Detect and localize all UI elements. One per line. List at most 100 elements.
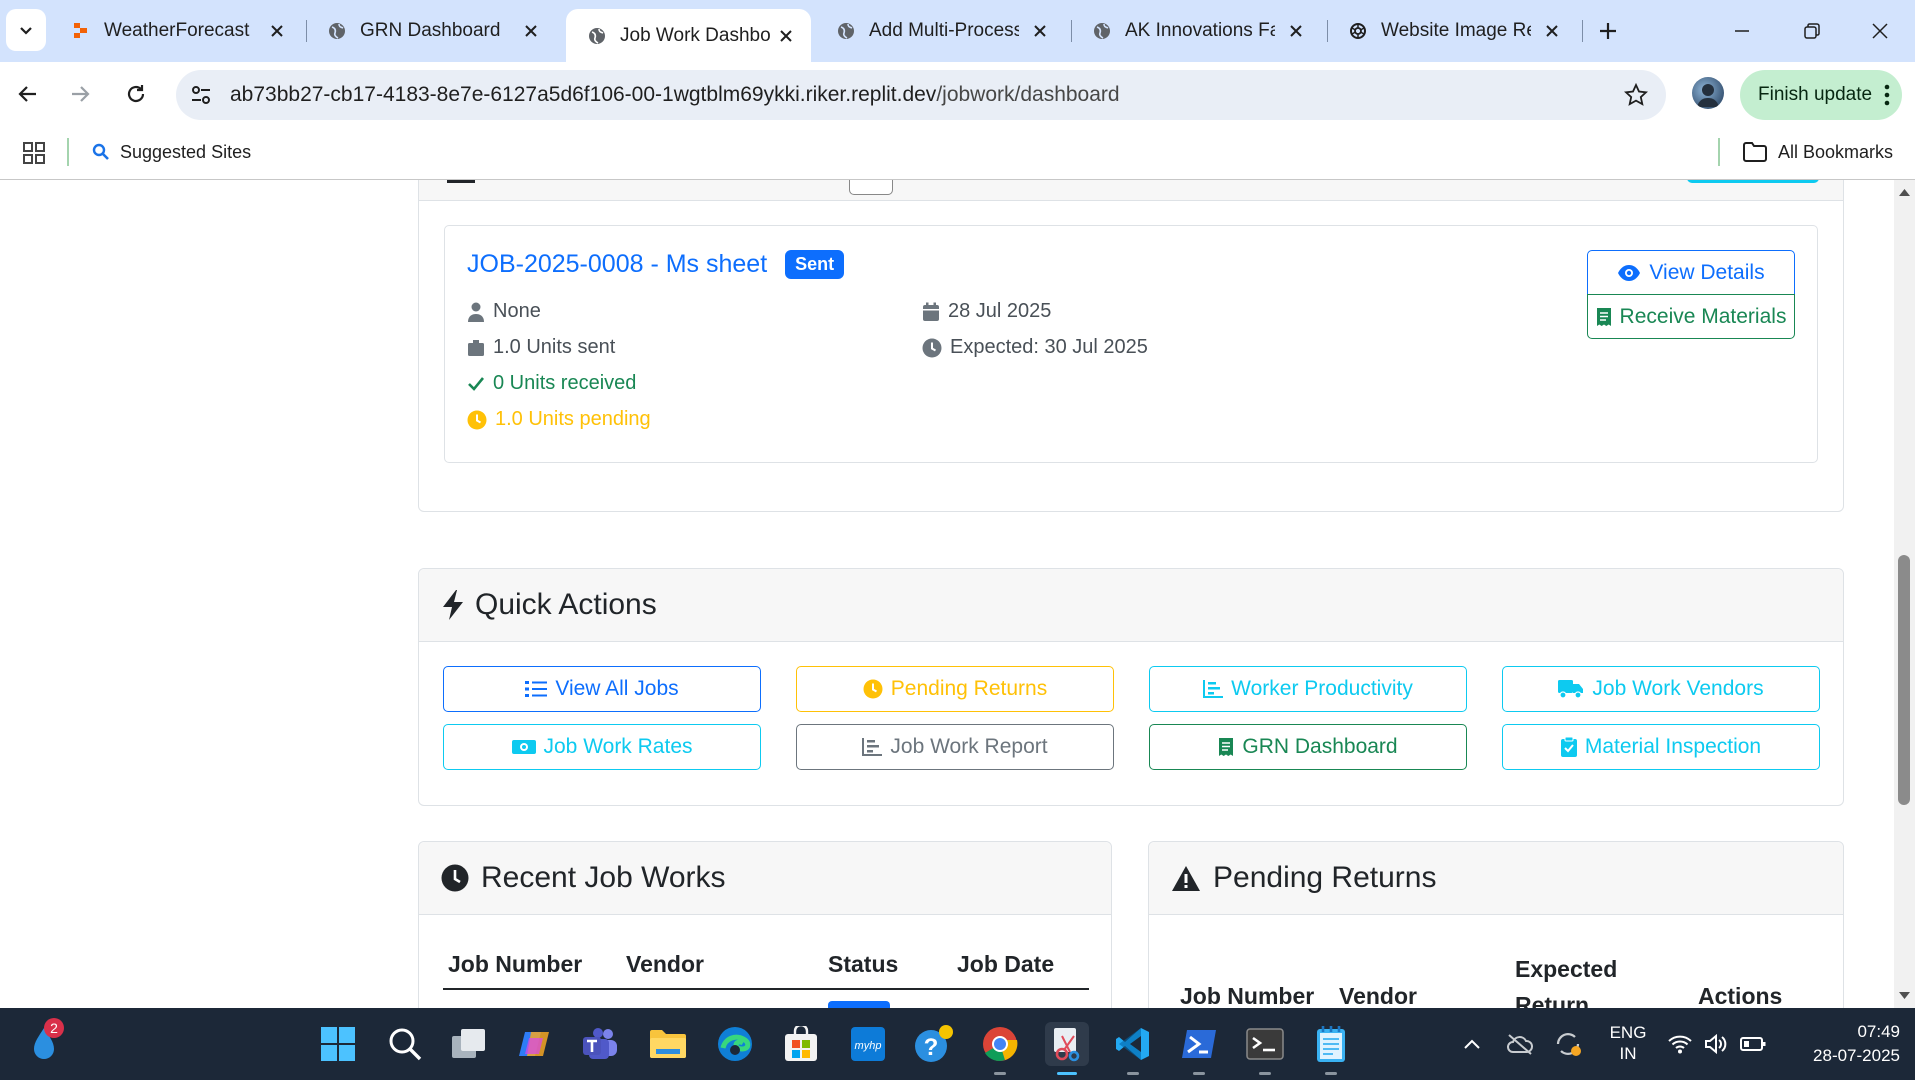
- onedrive-button[interactable]: [1500, 1022, 1540, 1066]
- job-work-rates-label: Job Work Rates: [543, 735, 693, 758]
- minimize-button[interactable]: [1722, 14, 1762, 48]
- url-path: /jobwork/dashboard: [936, 83, 1120, 106]
- recent-job-works-title: Recent Job Works: [481, 861, 726, 894]
- tab-weatherforecast[interactable]: WeatherForecast -: [50, 9, 302, 52]
- view-details-button[interactable]: View Details: [1587, 250, 1795, 295]
- grn-dashboard-button[interactable]: GRN Dashboard: [1149, 724, 1467, 770]
- search-icon: [92, 143, 109, 160]
- close-window-button[interactable]: [1860, 14, 1900, 48]
- job-units-received: 0 Units received: [467, 372, 636, 395]
- back-button[interactable]: [10, 76, 46, 112]
- tab-add-multi-process[interactable]: Add Multi-Process: [815, 9, 1065, 52]
- job-worker: None: [467, 300, 541, 323]
- network-volume-battery[interactable]: [1668, 1028, 1766, 1060]
- close-icon[interactable]: [520, 20, 542, 42]
- microsoft-store-button[interactable]: [779, 1022, 823, 1066]
- receive-materials-button[interactable]: Receive Materials: [1587, 294, 1795, 339]
- weather-widget[interactable]: 2: [22, 1018, 66, 1066]
- close-icon[interactable]: [266, 20, 288, 42]
- restore-button[interactable]: [1792, 14, 1832, 48]
- file-explorer-button[interactable]: [646, 1022, 690, 1066]
- forward-button[interactable]: [62, 76, 98, 112]
- close-icon[interactable]: [1029, 20, 1051, 42]
- pending-returns-card: Pending Returns Job Number Vendor Expect…: [1148, 841, 1844, 1008]
- job-work-vendors-button[interactable]: Job Work Vendors: [1502, 666, 1820, 712]
- notepad-button[interactable]: [1309, 1022, 1353, 1075]
- chevron-down-icon: [20, 27, 32, 35]
- new-tab-button[interactable]: [1591, 14, 1625, 48]
- myhp-icon: myhp: [851, 1027, 885, 1061]
- scroll-up-icon[interactable]: [1899, 188, 1910, 196]
- job-work-report-button[interactable]: Job Work Report: [796, 724, 1114, 770]
- copilot-button[interactable]: [513, 1022, 557, 1066]
- view-details-label: View Details: [1649, 260, 1765, 284]
- pending-returns-button[interactable]: Pending Returns: [796, 666, 1114, 712]
- vscode-icon: [1116, 1028, 1149, 1060]
- active-jobs-header: [419, 180, 1843, 201]
- tab-ak-innovations[interactable]: AK Innovations Factory: [1071, 9, 1321, 52]
- get-help-button[interactable]: ?: [912, 1022, 956, 1066]
- windows-taskbar: 2 myhp ? ENG IN 07:49 28-07-2025: [0, 1008, 1915, 1080]
- sync-icon: [1556, 1033, 1581, 1056]
- scroll-down-icon[interactable]: [1899, 992, 1910, 1000]
- tab-grn-dashboard[interactable]: GRN Dashboard: [306, 9, 556, 52]
- page-scrollbar[interactable]: [1894, 180, 1915, 1008]
- myhp-button[interactable]: myhp: [846, 1022, 890, 1066]
- recent-job-works-card: Recent Job Works Job Number Vendor Statu…: [418, 841, 1112, 1008]
- job-work-report-label: Job Work Report: [890, 735, 1048, 758]
- col-actions: Actions: [1698, 983, 1783, 1008]
- chrome-button[interactable]: [978, 1022, 1022, 1075]
- header-select-partial[interactable]: [849, 180, 893, 195]
- clock-icon: [922, 338, 942, 357]
- user-icon: [468, 302, 484, 322]
- folder-icon: [1743, 142, 1767, 162]
- money-icon: [511, 740, 536, 754]
- finish-update-button[interactable]: Finish update: [1740, 70, 1902, 120]
- scrollbar-thumb[interactable]: [1898, 555, 1910, 805]
- address-bar[interactable]: ab73bb27-cb17-4183-8e7e-6127a5d6f106-00-…: [176, 70, 1666, 120]
- powershell-button[interactable]: [1177, 1022, 1221, 1075]
- tab-title: GRN Dashboard: [360, 19, 501, 41]
- check-icon: [468, 376, 485, 391]
- clock-time: 07:49: [1857, 1022, 1900, 1041]
- tab-job-work-dashboard[interactable]: Job Work Dashboard: [566, 9, 811, 62]
- clock[interactable]: 07:49 28-07-2025: [1800, 1020, 1900, 1068]
- close-icon[interactable]: [1541, 20, 1563, 42]
- material-inspection-button[interactable]: Material Inspection: [1502, 724, 1820, 770]
- star-icon[interactable]: [1624, 83, 1648, 107]
- site-info-icon[interactable]: [190, 84, 212, 106]
- terminal-button[interactable]: [1243, 1022, 1287, 1075]
- language-indicator[interactable]: ENG IN: [1606, 1022, 1650, 1066]
- close-icon[interactable]: [1285, 20, 1307, 42]
- job-expected-text: Expected: 30 Jul 2025: [950, 336, 1148, 358]
- chart-bar-icon: [1203, 680, 1224, 698]
- snipping-tool-button[interactable]: [1045, 1022, 1089, 1075]
- taskbar-search[interactable]: [383, 1022, 427, 1066]
- close-icon[interactable]: [775, 25, 797, 47]
- all-bookmarks-button[interactable]: All Bookmarks: [1742, 138, 1893, 166]
- teams-button[interactable]: [578, 1022, 622, 1066]
- view-all-jobs-button[interactable]: View All Jobs: [443, 666, 761, 712]
- browser-toolbar: ab73bb27-cb17-4183-8e7e-6127a5d6f106-00-…: [0, 62, 1915, 126]
- apps-grid-icon[interactable]: [22, 141, 46, 165]
- reload-button[interactable]: [118, 76, 154, 112]
- job-work-rates-button[interactable]: Job Work Rates: [443, 724, 761, 770]
- receipt-icon: [1219, 738, 1234, 756]
- suggested-sites-link[interactable]: Suggested Sites: [92, 138, 251, 166]
- view-all-jobs-label: View All Jobs: [555, 677, 679, 700]
- show-hidden-icons-button[interactable]: [1452, 1022, 1492, 1066]
- snipping-tool-icon: [1054, 1028, 1080, 1062]
- edge-button[interactable]: [713, 1022, 757, 1066]
- vscode-button[interactable]: [1111, 1022, 1155, 1075]
- sync-button[interactable]: [1548, 1022, 1588, 1066]
- job-title-link[interactable]: JOB-2025-0008 - Ms sheet: [467, 250, 767, 279]
- task-view-button[interactable]: [447, 1022, 491, 1066]
- start-button[interactable]: [316, 1022, 360, 1066]
- edge-icon: [718, 1027, 752, 1061]
- status-badge: Sent: [785, 250, 845, 279]
- tab-website-image-recreation[interactable]: Website Image Recreation: [1327, 9, 1577, 52]
- worker-productivity-button[interactable]: Worker Productivity: [1149, 666, 1467, 712]
- reload-icon: [127, 85, 145, 103]
- tab-search-button[interactable]: [6, 9, 46, 51]
- profile-avatar[interactable]: [1692, 77, 1724, 109]
